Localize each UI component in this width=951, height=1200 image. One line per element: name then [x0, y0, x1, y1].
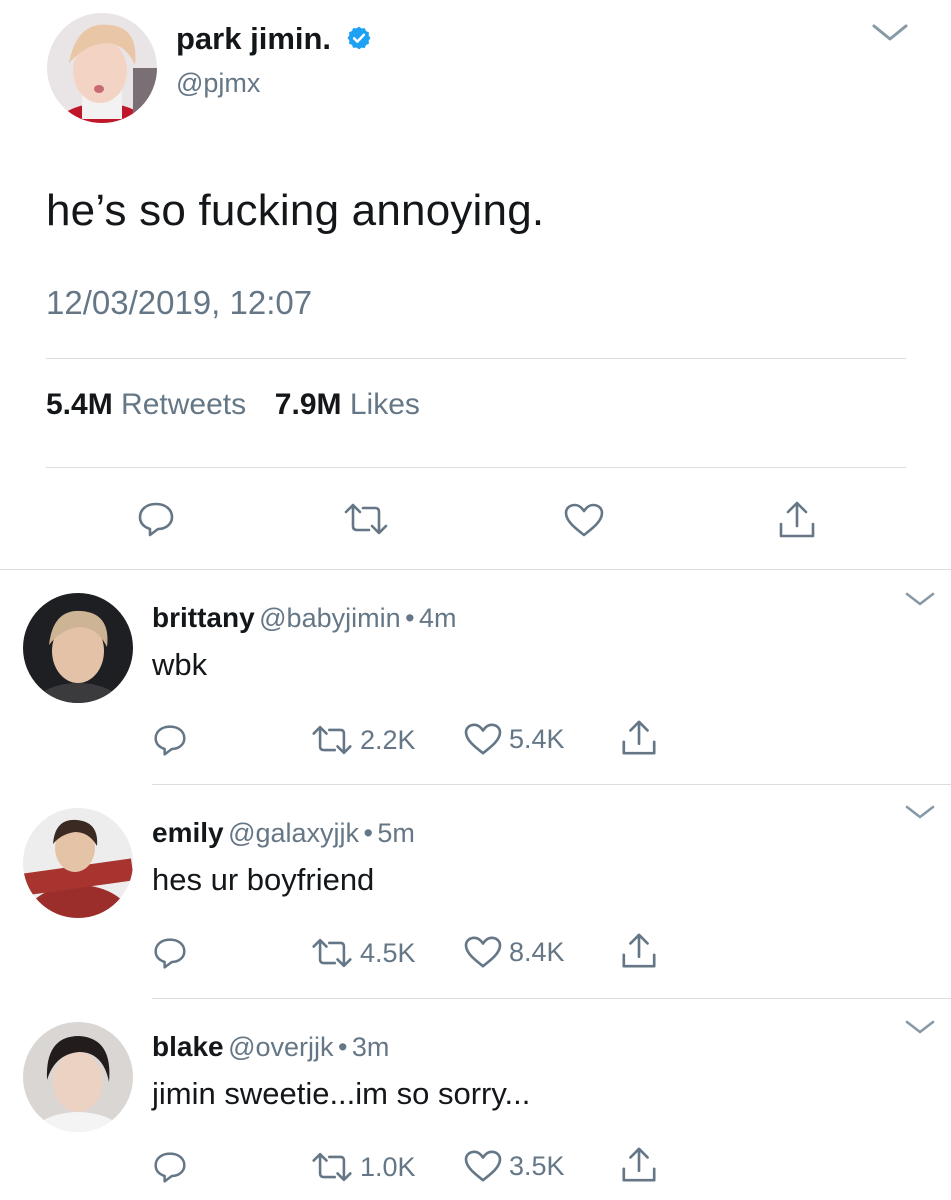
like-icon[interactable] [563, 502, 605, 538]
author-avatar[interactable] [47, 13, 157, 123]
tweet-text: he’s so fucking annoying. [46, 186, 545, 235]
like-count: 3.5K [509, 1150, 565, 1181]
likes-stat[interactable]: 7.9M Likes [275, 388, 420, 421]
retweet-count: 4.5K [360, 937, 416, 968]
retweets-stat[interactable]: 5.4M Retweets [46, 388, 254, 421]
divider [152, 998, 951, 999]
divider [46, 467, 906, 468]
tweet-timestamp[interactable]: 12/03/2019, 12:07 [46, 284, 312, 322]
reply-time[interactable]: 3m [352, 1032, 390, 1062]
reply-text: jimin sweetie...im so sorry... [152, 1076, 531, 1111]
retweet-icon[interactable] [342, 502, 390, 536]
share-icon[interactable] [620, 719, 658, 757]
author-name[interactable]: park jimin. [176, 21, 372, 57]
like-action[interactable]: 3.5K [463, 1149, 565, 1183]
like-count: 8.4K [509, 936, 565, 967]
retweets-count: 5.4M [46, 388, 113, 421]
like-icon [463, 1149, 503, 1183]
retweet-action[interactable]: 4.5K [310, 937, 416, 969]
likes-label: Likes [349, 388, 420, 421]
retweet-action[interactable]: 1.0K [310, 1151, 416, 1183]
share-icon[interactable] [620, 1146, 658, 1184]
tweet-stats: 5.4M Retweets 7.9M Likes [46, 388, 420, 422]
reply-time[interactable]: 5m [377, 818, 415, 848]
reply-author-name[interactable]: blake [152, 1031, 224, 1062]
reply-text: hes ur boyfriend [152, 862, 375, 897]
like-icon [463, 722, 503, 756]
share-icon[interactable] [620, 932, 658, 970]
tweet-options-chevron-down-icon[interactable] [870, 20, 910, 44]
retweet-icon [310, 1151, 354, 1183]
retweet-icon [310, 724, 354, 756]
retweets-label: Retweets [121, 388, 247, 421]
retweet-count: 1.0K [360, 1151, 416, 1182]
verified-badge-icon [346, 25, 372, 51]
like-count: 5.4K [509, 723, 565, 754]
reply-avatar[interactable] [23, 808, 133, 918]
author-name-text: park jimin. [176, 21, 332, 56]
reply-author-name[interactable]: emily [152, 817, 224, 848]
reply-avatar[interactable] [23, 593, 133, 703]
like-action[interactable]: 5.4K [463, 722, 565, 756]
author-handle[interactable]: @pjmx [176, 68, 260, 99]
reply-icon[interactable] [152, 1150, 188, 1184]
retweet-action[interactable]: 2.2K [310, 724, 416, 756]
reply-avatar[interactable] [23, 1022, 133, 1132]
divider [46, 358, 906, 359]
divider [152, 784, 951, 785]
reply-author-handle[interactable]: @galaxyjjk [228, 818, 359, 848]
reply-options-chevron-down-icon[interactable] [904, 803, 936, 821]
reply-icon[interactable] [152, 723, 188, 757]
reply-header: brittany @babyjimin • 4m [152, 602, 456, 634]
reply-icon[interactable] [152, 936, 188, 970]
separator-dot: • [405, 603, 415, 633]
reply-header: blake @overjjk • 3m [152, 1031, 389, 1063]
like-action[interactable]: 8.4K [463, 935, 565, 969]
divider [0, 569, 951, 570]
retweet-icon [310, 937, 354, 969]
reply-time[interactable]: 4m [419, 603, 457, 633]
retweet-count: 2.2K [360, 724, 416, 755]
likes-count: 7.9M [274, 388, 342, 421]
separator-dot: • [363, 818, 373, 848]
reply-options-chevron-down-icon[interactable] [904, 590, 936, 608]
like-icon [463, 935, 503, 969]
reply-icon[interactable] [136, 500, 176, 538]
reply-options-chevron-down-icon[interactable] [904, 1018, 936, 1036]
share-icon[interactable] [777, 500, 817, 540]
reply-author-name[interactable]: brittany [152, 602, 255, 633]
reply-author-handle[interactable]: @babyjimin [259, 603, 400, 633]
reply-author-handle[interactable]: @overjjk [228, 1032, 333, 1062]
reply-text: wbk [152, 647, 208, 682]
reply-header: emily @galaxyjjk • 5m [152, 817, 415, 849]
separator-dot: • [337, 1032, 348, 1062]
